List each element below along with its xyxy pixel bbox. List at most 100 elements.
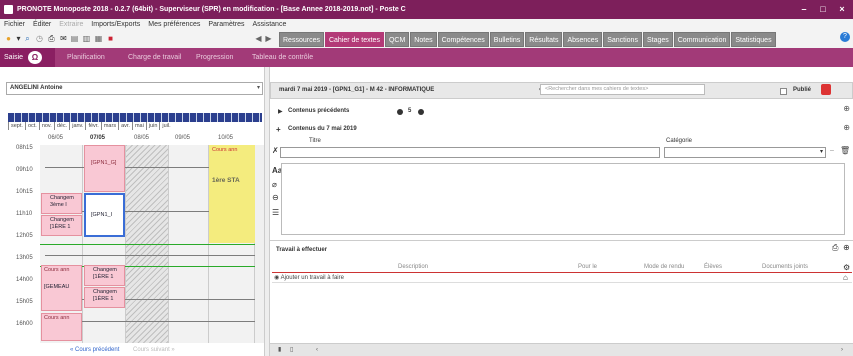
subtab-planification[interactable]: Planification [67, 48, 105, 67]
edit-icon[interactable]: ⌂ [843, 273, 848, 282]
tab-sanctions[interactable]: Sanctions [603, 32, 642, 47]
pane-splitter[interactable] [264, 67, 270, 356]
col-description[interactable]: Description [398, 262, 428, 272]
scroll-right-icon[interactable]: › [841, 344, 843, 356]
export-icon[interactable]: ▤ [70, 34, 79, 44]
menu-preferences[interactable]: Mes préférences [148, 19, 200, 31]
erase-icon[interactable]: ✗ [272, 146, 279, 155]
scroll-left-icon[interactable]: ‹ [316, 344, 318, 356]
month-label: juin [145, 122, 157, 130]
col-eleves[interactable]: Élèves [704, 262, 722, 272]
trash-icon[interactable]: 🗑 [840, 146, 850, 155]
publie-checkbox[interactable] [780, 88, 787, 95]
flag-icon[interactable] [821, 84, 831, 95]
back-icon[interactable]: ◀ [254, 34, 263, 44]
list-icon[interactable]: ▦ [94, 34, 103, 44]
tab-cahier-de-textes[interactable]: Cahier de textes [324, 32, 384, 47]
month-labels: sept. oct. nov. déc. janv. févr. mars avr. mai ju… [8, 122, 262, 130]
course-block[interactable]: Changem [1ÈRE 1 [84, 287, 125, 308]
course-block[interactable]: [GPN1_G] [84, 145, 125, 192]
user-icon[interactable]: ● [4, 34, 13, 44]
settings-icon[interactable]: ⚙ [843, 263, 850, 272]
contenus-du-label: Contenus du 7 mai 2019 [288, 126, 357, 132]
month-label: janv. [69, 122, 83, 130]
content-editor[interactable] [281, 163, 845, 235]
mail-icon[interactable]: ✉ [59, 34, 68, 44]
zoom-icon[interactable]: ⊕ [843, 243, 850, 252]
menu-editer[interactable]: Éditer [33, 19, 51, 31]
titre-input[interactable] [280, 147, 660, 158]
menu-assistance[interactable]: Assistance [253, 19, 287, 31]
link-icon[interactable]: ⊖ [272, 193, 279, 202]
tab-communication[interactable]: Communication [673, 32, 731, 47]
forward-icon[interactable]: ▶ [264, 34, 273, 44]
menu-imports-exports[interactable]: Imports/Exports [91, 19, 140, 31]
course-block[interactable]: Cours ann 1ère STA [209, 145, 255, 243]
maximize-button[interactable]: □ [814, 0, 832, 19]
help-icon[interactable]: ? [840, 32, 850, 42]
col-mode-de-rendu[interactable]: Mode de rendu [644, 262, 684, 272]
subtab-tableau-de-controle[interactable]: Tableau de contrôle [252, 48, 313, 67]
list-icon[interactable]: ☰ [272, 208, 279, 217]
search-input[interactable]: <Rechercher dans mes cahiers de textes> [540, 84, 705, 95]
close-button[interactable]: × [833, 0, 851, 19]
subtab-progression[interactable]: Progression [196, 48, 233, 67]
col-pour-le[interactable]: Pour le [578, 262, 597, 272]
tab-absences[interactable]: Absences [563, 32, 603, 47]
tab-statistiques[interactable]: Statistiques [731, 32, 776, 47]
month-timeline[interactable]: sept. oct. nov. déc. janv. févr. mars avr. mai ju… [8, 113, 262, 130]
print-icon[interactable]: ⎙ [832, 243, 838, 253]
tab-stages[interactable]: Stages [642, 32, 673, 47]
course-block-selected[interactable]: [GPN1_I [84, 193, 125, 237]
month-label: déc. [53, 122, 67, 130]
tab-competences[interactable]: Compétences [437, 32, 489, 47]
course-label: [GEMEAU [44, 283, 70, 290]
publie-label: Publié [793, 87, 812, 93]
horizontal-scrollbar[interactable]: ▮ ▯ ‹ › [270, 343, 853, 356]
scroll-prev-icon[interactable]: ▯ [290, 344, 293, 356]
menu-parametres[interactable]: Paramètres [208, 19, 244, 31]
titre-label: Titre [309, 138, 321, 144]
col-documents-joints[interactable]: Documents joints [762, 262, 808, 272]
next-icon[interactable] [418, 109, 424, 115]
menu-fichier[interactable]: Fichier [4, 19, 25, 31]
work-table-header: Description Pour le Mode de rendu Élèves… [272, 262, 852, 273]
refresh-icon[interactable]: ◷ [35, 34, 44, 44]
course-block[interactable]: Changem [1ÈRE 1 [84, 265, 125, 286]
attach-icon[interactable]: ⌀ [272, 180, 277, 189]
search-icon[interactable]: ⌕ [23, 34, 32, 44]
minimize-button[interactable]: – [795, 0, 813, 19]
hour-label: 12h05 [16, 233, 33, 239]
add-icon[interactable]: + [276, 125, 281, 134]
course-block[interactable]: Changem 3ème I [41, 193, 82, 214]
tab-qcm[interactable]: QCM [384, 32, 410, 47]
course-block[interactable]: Cours ann [41, 313, 82, 341]
week-bar[interactable] [8, 113, 262, 122]
tab-notes[interactable]: Notes [410, 32, 437, 47]
course-block[interactable]: Cours ann [GEMEAU [41, 265, 82, 311]
month-label: févr. [85, 122, 99, 130]
categorie-select[interactable]: ▾ [664, 147, 826, 158]
month-label: nov. [38, 122, 52, 130]
lock-icon[interactable]: ■ [106, 34, 115, 44]
print-icon[interactable]: ⎙ [47, 34, 56, 44]
add-work-row[interactable]: ◉ Ajouter un travail à faire [272, 274, 852, 283]
scroll-start-icon[interactable]: ▮ [278, 344, 281, 356]
tools-icon[interactable]: ▥ [82, 34, 91, 44]
zoom-icon[interactable]: ⊕ [843, 104, 850, 113]
subtab-saisie[interactable]: Saisie Ω [0, 48, 55, 67]
dropdown-icon[interactable]: ▾ [14, 34, 23, 44]
zoom-icon[interactable]: ⊕ [843, 123, 850, 132]
prev-course-link[interactable]: « Cours précédent [70, 347, 119, 353]
previous-icon[interactable] [397, 109, 403, 115]
course-block[interactable]: Changem [1ÈRE 1 [41, 215, 82, 236]
expand-icon[interactable]: ▶ [278, 108, 283, 115]
tab-bulletins[interactable]: Bulletins [489, 32, 525, 47]
subtab-charge-de-travail[interactable]: Charge de travail [128, 48, 181, 67]
minus-icon[interactable]: – [830, 147, 834, 154]
contenus-precedents-label[interactable]: Contenus précédents [288, 108, 349, 114]
course-title: mardi 7 mai 2019 - [GPN1_G1] - M 42 - IN… [279, 87, 435, 93]
tab-resultats[interactable]: Résultats [525, 32, 563, 47]
tab-ressources[interactable]: Ressources [279, 32, 324, 47]
teacher-select[interactable]: ANGELINI Antoine ▾ [6, 82, 263, 95]
